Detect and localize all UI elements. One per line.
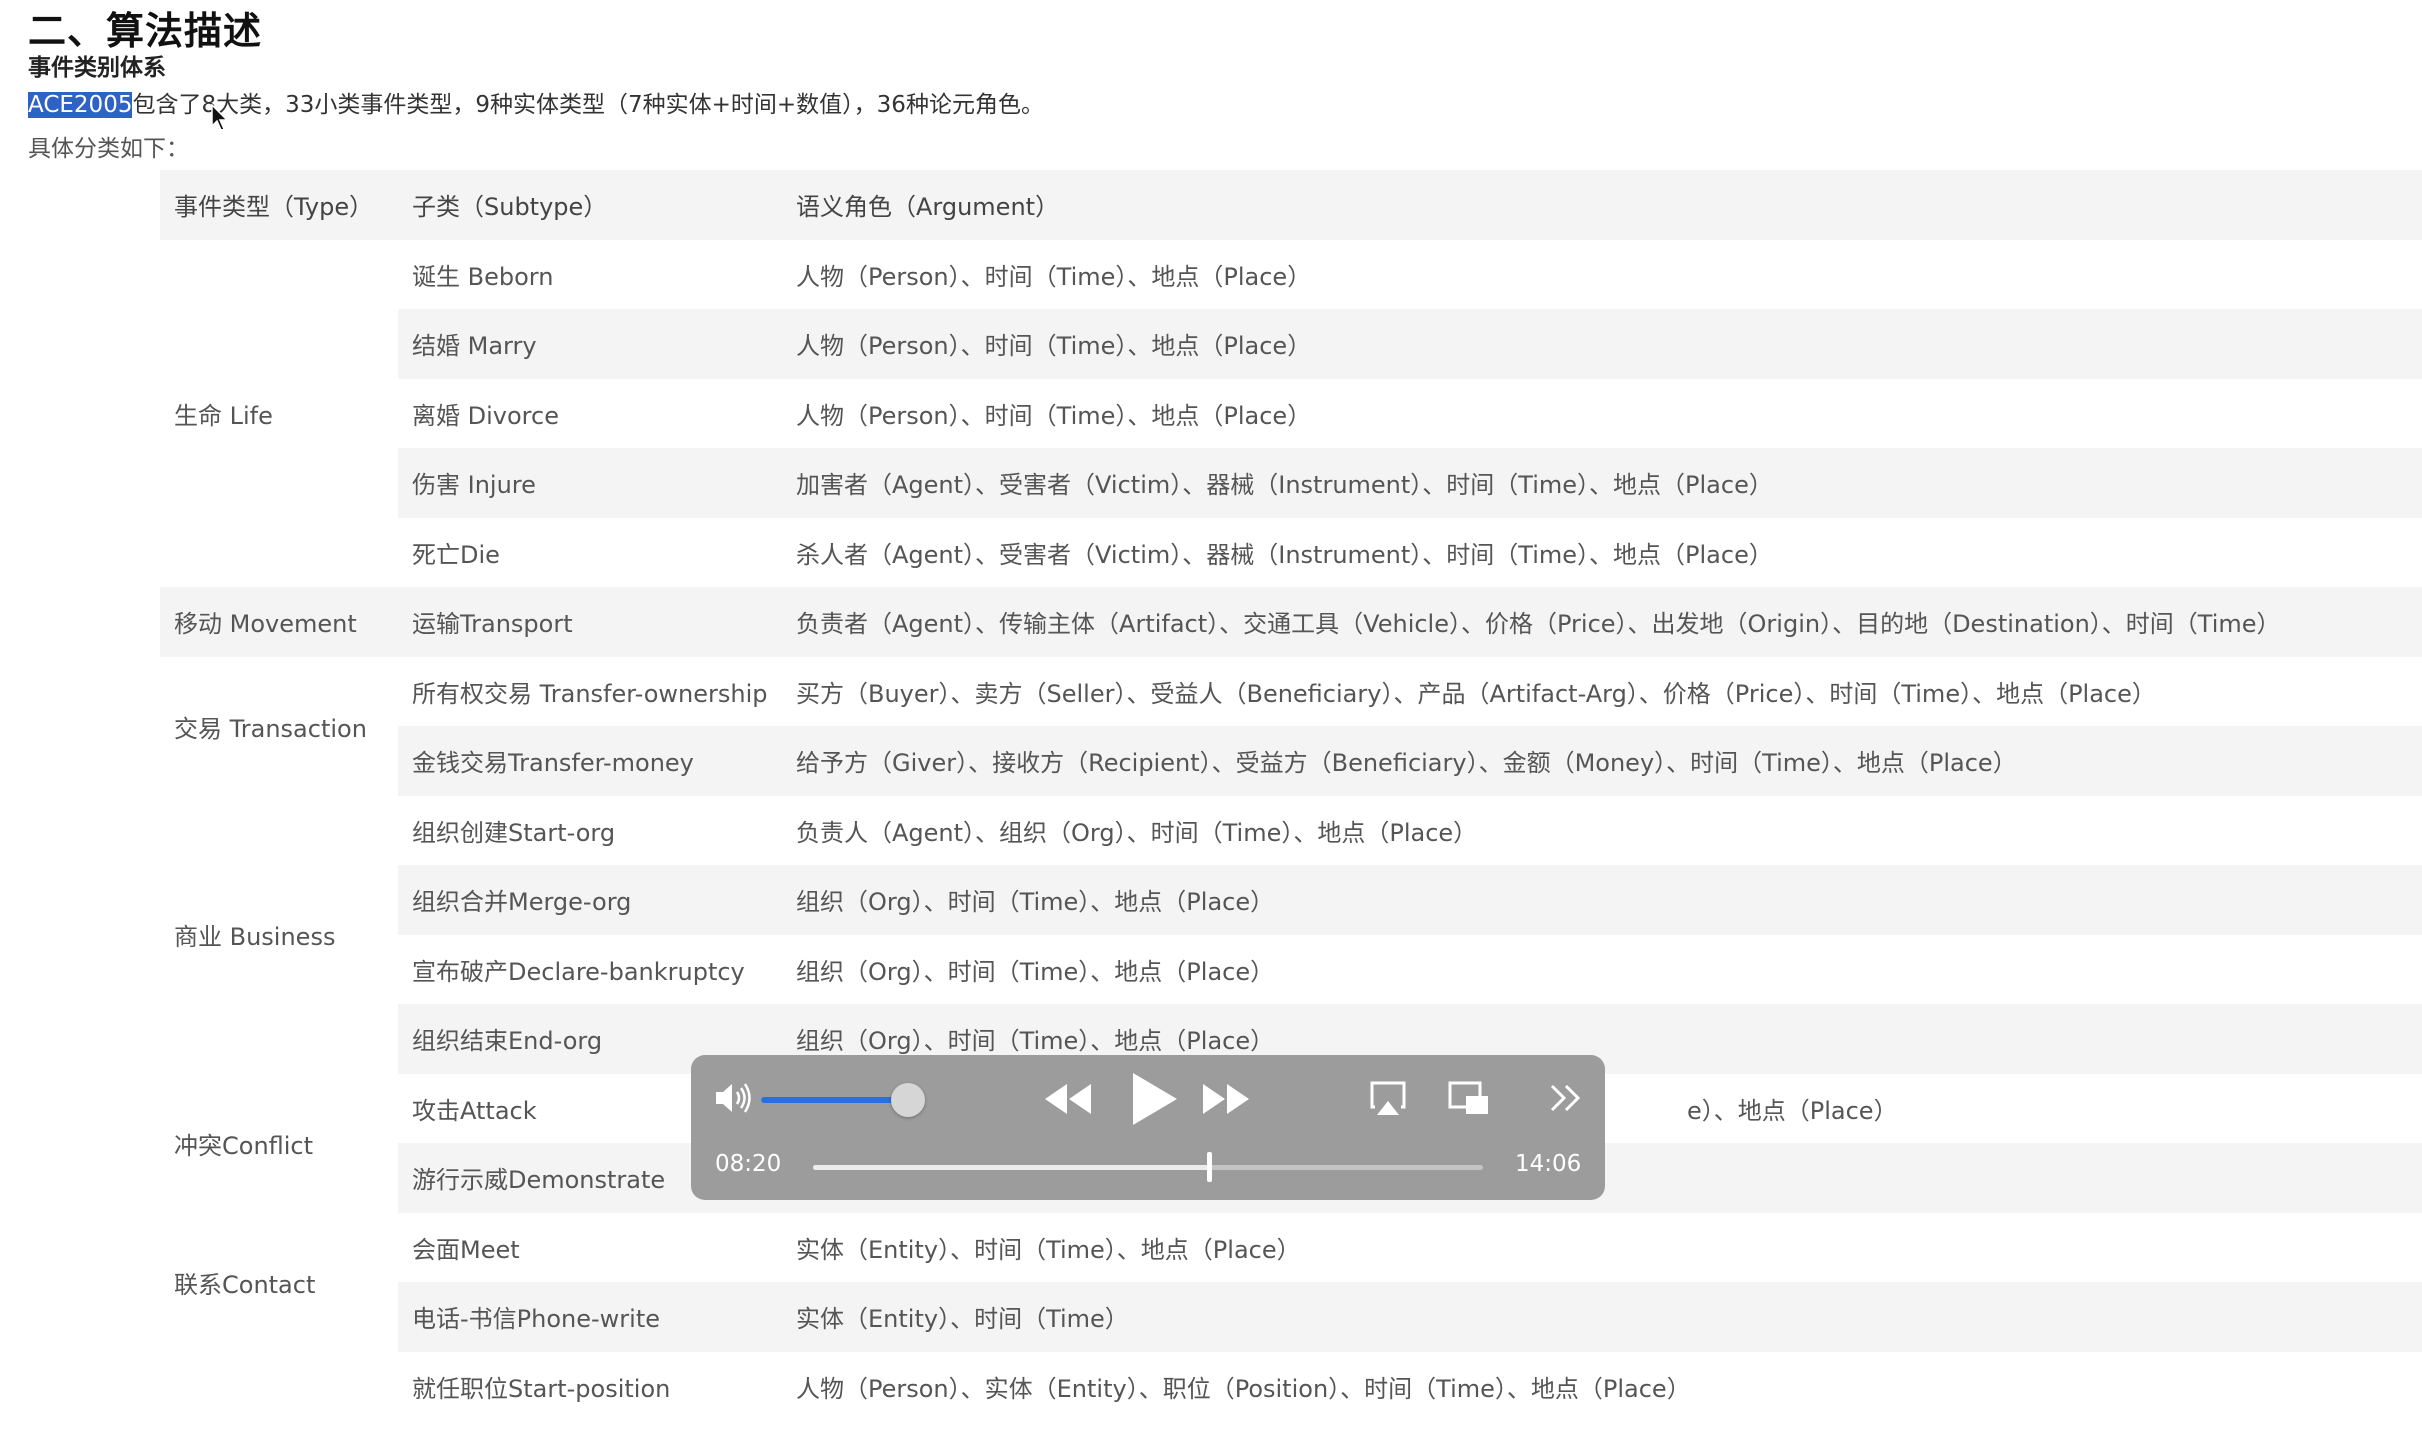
intro-text: 包含了8大类，33小类事件类型，9种实体类型（7种实体+时间+数值），36种论元… <box>132 92 1044 118</box>
type-cell-movement: 移动 Movement <box>160 587 398 657</box>
type-cell-conflict: 冲突Conflict <box>160 1073 398 1213</box>
table-row: 联系Contact 会面Meet 实体（Entity）、时间（Time）、地点（… <box>160 1212 2422 1352</box>
argument-cell: 实体（Entity）、时间（Time） <box>782 1282 2422 1352</box>
subtype-cell: 所有权交易 Transfer-ownership <box>412 679 768 708</box>
argument-cell: 人物（Person）、时间（Time）、地点（Place） <box>782 309 2422 379</box>
subtype-cell: 电话-书信Phone-write <box>398 1282 782 1352</box>
table-row: 伤害 Injure 加害者（Agent）、受害者（Victim）、器械（Inst… <box>160 448 2422 518</box>
table-row: 离婚 Divorce 人物（Person）、时间（Time）、地点（Place） <box>160 379 2422 449</box>
type-cell-contact: 联系Contact <box>160 1212 398 1352</box>
subtype-cell: 诞生 Beborn <box>412 262 554 291</box>
table-row: 移动 Movement 运输Transport 负责者（Agent）、传输主体（… <box>160 587 2422 657</box>
table-row: 组织合并Merge-org 组织（Org）、时间（Time）、地点（Place） <box>160 865 2422 935</box>
type-cell-transaction: 交易 Transaction <box>160 656 398 796</box>
argument-cell: 加害者（Agent）、受害者（Victim）、器械（Instrument）、时间… <box>782 448 2422 518</box>
scrubber-knob[interactable] <box>1207 1152 1212 1182</box>
subtype-cell: 死亡Die <box>412 540 500 569</box>
mouse-cursor-icon <box>211 104 229 131</box>
current-time: 08:20 <box>715 1151 782 1177</box>
scrubber-progress <box>813 1165 1209 1170</box>
table-row: 就任职位Start-position 人物（Person）、实体（Entity）… <box>160 1351 2422 1421</box>
subtype-cell: 伤害 Injure <box>398 448 782 518</box>
argument-cell: 负责者（Agent）、传输主体（Artifact）、交通工具（Vehicle）、… <box>782 587 2422 657</box>
argument-cell: 杀人者（Agent）、受害者（Victim）、器械（Instrument）、时间… <box>796 540 1773 569</box>
table-row: 金钱交易Transfer-money 给予方（Giver）、接收方（Recipi… <box>160 726 2422 796</box>
argument-cell: 实体（Entity）、时间（Time）、地点（Place） <box>796 1235 1301 1264</box>
argument-cell: 组织（Org）、时间（Time）、地点（Place） <box>796 957 1275 986</box>
event-type-table: 事件类型（Type） 子类（Subtype） 语义角色（Argument） 生命… <box>160 170 2422 1421</box>
rewind-icon[interactable] <box>1043 1082 1093 1116</box>
header-subtype: 子类（Subtype） <box>398 170 782 240</box>
play-icon[interactable] <box>1125 1069 1181 1129</box>
speaker-icon[interactable] <box>713 1080 753 1116</box>
section-title: 二、算法描述 <box>28 9 263 53</box>
subtype-cell: 运输Transport <box>398 587 782 657</box>
subtype-cell: 金钱交易Transfer-money <box>398 726 782 796</box>
type-cell-business: 商业 Business <box>160 795 398 1074</box>
header-type: 事件类型（Type） <box>160 170 398 240</box>
table-row: 商业 Business 组织创建Start-org 负责人（Agent）、组织（… <box>160 795 2422 1074</box>
argument-cell: 负责人（Agent）、组织（Org）、时间（Time）、地点（Place） <box>796 818 1478 847</box>
table-row: 电话-书信Phone-write 实体（Entity）、时间（Time） <box>160 1282 2422 1352</box>
table-row: 结婚 Marry 人物（Person）、时间（Time）、地点（Place） <box>160 309 2422 379</box>
table-row: 宣布破产Declare-bankruptcy 组织（Org）、时间（Time）、… <box>160 935 2422 1005</box>
table-row: 生命 Life 诞生 Beborn 人物（Person）、时间（Time）、地点… <box>160 239 2422 587</box>
document-page: 二、算法描述 事件类别体系 ACE2005包含了8大类，33小类事件类型，9种实… <box>0 0 2422 1432</box>
argument-cell: 人物（Person）、时间（Time）、地点（Place） <box>796 262 1312 291</box>
argument-cell: 组织（Org）、时间（Time）、地点（Place） <box>782 865 2422 935</box>
table-row: 交易 Transaction 所有权交易 Transfer-ownership … <box>160 656 2422 796</box>
argument-cell: 买方（Buyer）、卖方（Seller）、受益人（Beneficiary）、产品… <box>796 679 2156 708</box>
subtype-cell: 会面Meet <box>412 1235 520 1264</box>
subtype-cell: 组织创建Start-org <box>412 818 616 847</box>
type-cell-empty <box>160 1351 398 1421</box>
more-icon[interactable] <box>1549 1083 1583 1113</box>
subtype-cell: 组织合并Merge-org <box>398 865 782 935</box>
subtype-cell: 宣布破产Declare-bankruptcy <box>412 957 745 986</box>
airplay-icon[interactable] <box>1369 1079 1407 1117</box>
intro-paragraph: ACE2005包含了8大类，33小类事件类型，9种实体类型（7种实体+时间+数值… <box>28 88 1044 122</box>
argument-cell: 给予方（Giver）、接收方（Recipient）、受益方（Beneficiar… <box>782 726 2422 796</box>
table-row: 死亡Die 杀人者（Agent）、受害者（Victim）、器械（Instrume… <box>160 518 2422 588</box>
total-time: 14:06 <box>1515 1151 1582 1177</box>
picture-in-picture-icon[interactable] <box>1448 1081 1490 1117</box>
argument-cell: 人物（Person）、时间（Time）、地点（Place） <box>796 401 1312 430</box>
subtype-cell: 结婚 Marry <box>398 309 782 379</box>
selected-text[interactable]: ACE2005 <box>28 92 133 118</box>
subtype-cell: 就任职位Start-position <box>412 1374 671 1403</box>
header-argument: 语义角色（Argument） <box>782 170 2422 240</box>
volume-level <box>761 1097 908 1103</box>
detail-line: 具体分类如下： <box>28 136 189 162</box>
table-header-row: 事件类型（Type） 子类（Subtype） 语义角色（Argument） <box>160 170 2422 240</box>
subtype-cell: 离婚 Divorce <box>412 401 559 430</box>
video-player-controls: 08:20 14:06 <box>691 1055 1605 1200</box>
argument-cell: 人物（Person）、实体（Entity）、职位（Position）、时间（Ti… <box>796 1374 1691 1403</box>
fast-forward-icon[interactable] <box>1201 1082 1251 1116</box>
volume-slider-knob[interactable] <box>891 1083 925 1117</box>
subsection-title: 事件类别体系 <box>28 55 166 81</box>
type-cell-life: 生命 Life <box>160 239 398 587</box>
